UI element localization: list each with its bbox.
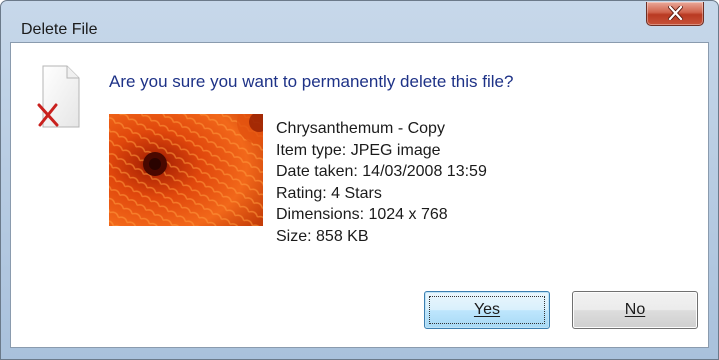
file-dimensions: Dimensions: 1024 x 768 [276,206,448,223]
title-bar[interactable]: Delete File [1,1,718,41]
focus-ring [429,296,545,324]
file-details: Chrysanthemum - Copy Item type: JPEG ima… [276,118,487,247]
no-button-label: No [624,301,646,318]
file-delete-icon [37,65,80,128]
file-size: Size: 858 KB [276,227,369,245]
file-rating: Rating: 4 Stars [276,184,382,202]
confirmation-question: Are you sure you want to permanently del… [109,72,514,91]
file-item-type: Item type: JPEG image [276,141,441,159]
close-icon [668,6,683,20]
close-button[interactable] [646,2,704,26]
yes-button[interactable]: Yes [424,291,550,329]
delete-file-dialog: Delete File Are you sure you want to per… [0,0,719,360]
file-thumbnail [109,114,263,226]
file-name: Chrysanthemum - Copy [276,120,445,137]
window-title: Delete File [21,21,98,38]
no-button[interactable]: No [572,291,698,329]
file-date-taken: Date taken: 14/03/2008 13:59 [276,163,487,180]
dialog-content: Are you sure you want to permanently del… [10,42,709,348]
